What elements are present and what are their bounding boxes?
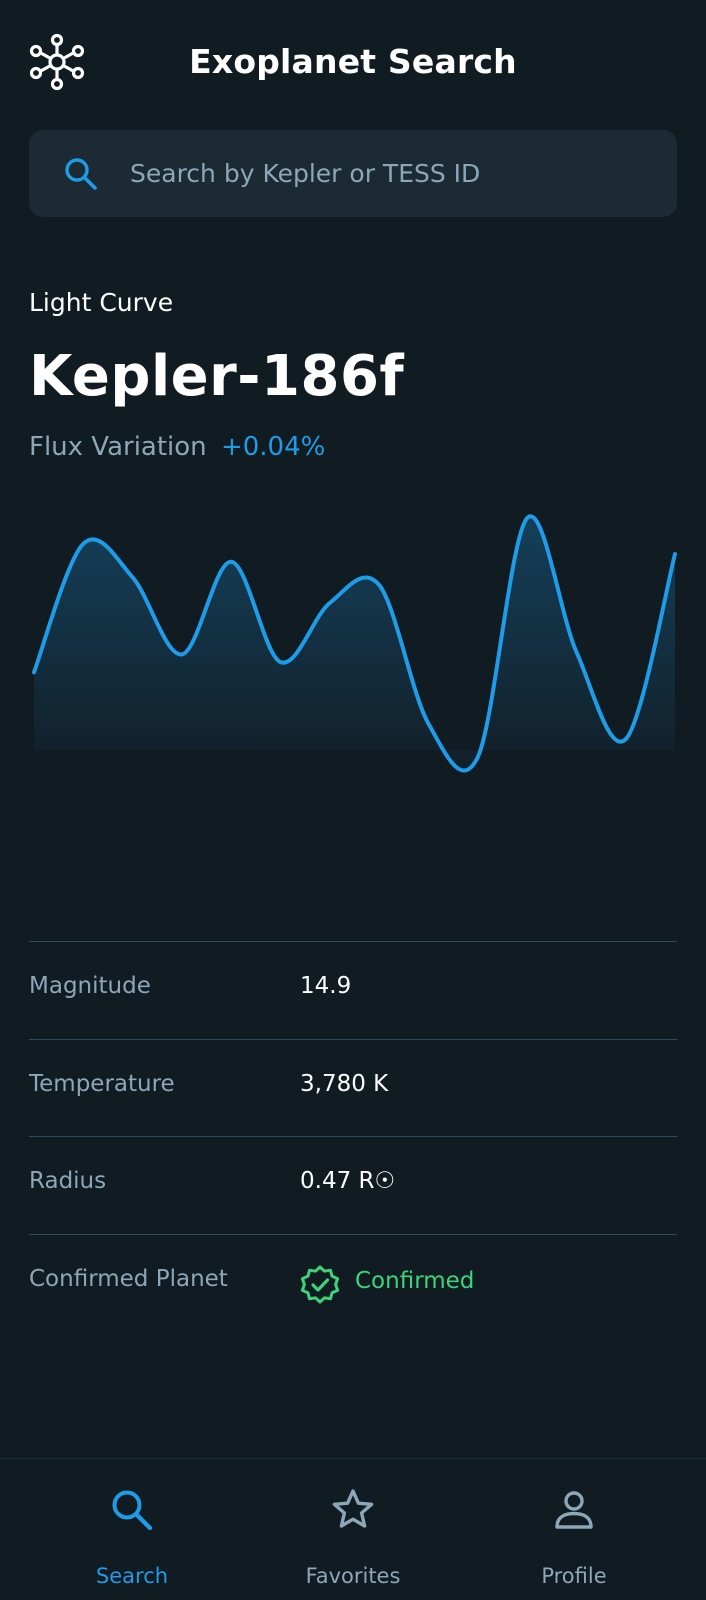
bottom-nav: Search Favorites Profile	[0, 1458, 706, 1600]
planet-name: Kepler-186f	[29, 344, 405, 409]
search-icon	[112, 1490, 153, 1531]
detail-label: Temperature	[29, 1070, 175, 1097]
flux-value: +0.04%	[220, 432, 326, 462]
light-curve-chart	[32, 514, 677, 773]
detail-value: 3,780 K	[300, 1070, 389, 1097]
confirmed-status: Confirmed	[355, 1267, 475, 1294]
app-header: Exoplanet Search	[0, 0, 706, 124]
person-icon	[555, 1491, 593, 1529]
detail-label: Radius	[29, 1168, 107, 1194]
detail-row-temperature: Temperature 3,780 K	[29, 1038, 677, 1137]
flux-label: Flux Variation	[29, 432, 207, 462]
detail-label: Confirmed Planet	[29, 1265, 228, 1292]
detail-row-magnitude: Magnitude 14.9	[29, 941, 677, 1039]
flux-variation: Flux Variation +0.04%	[29, 432, 325, 462]
section-label: Light Curve	[29, 288, 174, 317]
detail-row-confirmed: Confirmed Planet Confirmed	[29, 1233, 677, 1338]
app-screen: Exoplanet Search Light Curve Kepler-186f…	[0, 0, 706, 1600]
nav-search[interactable]: Search	[32, 1459, 232, 1600]
nav-search-label: Search	[95, 1564, 169, 1588]
detail-row-radius: Radius 0.47 R☉	[29, 1136, 677, 1234]
star-icon	[332, 1489, 374, 1528]
nav-profile[interactable]: Profile	[474, 1459, 674, 1600]
app-title: Exoplanet Search	[189, 42, 517, 81]
planet-details: Magnitude 14.9 Temperature 3,780 K Radiu…	[29, 941, 677, 1338]
detail-value: 0.47 R☉	[300, 1168, 396, 1194]
search-input[interactable]	[130, 130, 660, 217]
light-curve-area	[34, 516, 675, 771]
detail-label: Magnitude	[29, 973, 151, 999]
verified-badge-icon	[300, 1265, 340, 1303]
nav-profile-label: Profile	[541, 1564, 607, 1588]
detail-value: 14.9	[300, 973, 352, 999]
nav-favorites-label: Favorites	[305, 1564, 401, 1588]
search-icon	[65, 158, 97, 190]
search-bar[interactable]	[29, 130, 677, 217]
nav-favorites[interactable]: Favorites	[253, 1459, 453, 1600]
